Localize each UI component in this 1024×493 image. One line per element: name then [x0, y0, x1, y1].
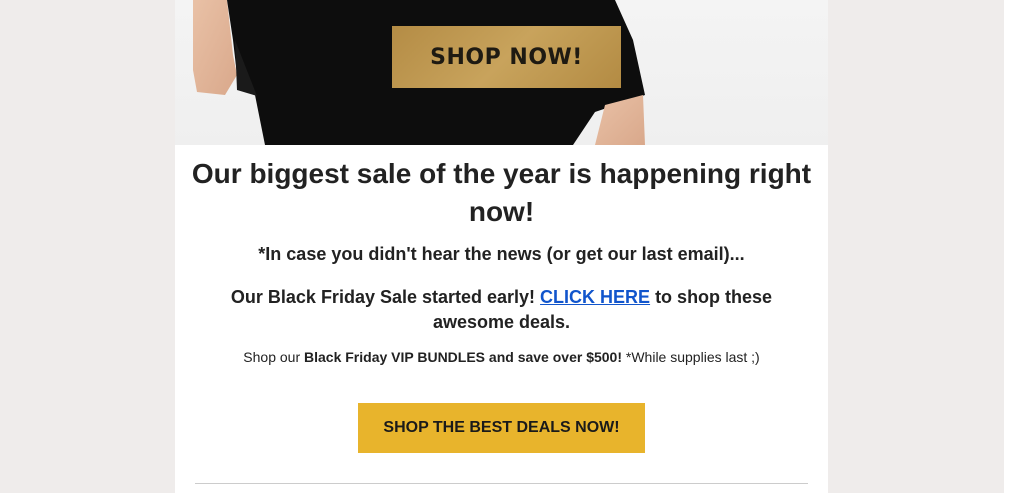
- vip-prefix: Shop our: [243, 349, 304, 365]
- shop-best-deals-button[interactable]: SHOP THE BEST DEALS NOW!: [358, 403, 645, 453]
- hero-shop-now-button[interactable]: SHOP NOW!: [392, 26, 621, 88]
- vip-suffix: *While supplies last ;): [622, 349, 760, 365]
- click-here-link[interactable]: CLICK HERE: [540, 287, 650, 307]
- headline: Our biggest sale of the year is happenin…: [191, 158, 812, 227]
- early-sale-text-before: Our Black Friday Sale started early!: [230, 287, 541, 307]
- early-sale-text: Our Black Friday Sale started early! CLI…: [195, 285, 808, 335]
- hero-banner: SHOP NOW!: [175, 0, 828, 145]
- vip-bundles-text: Shop our Black Friday VIP BUNDLES and sa…: [175, 349, 828, 365]
- news-subheading: *In case you didn't hear the news (or ge…: [258, 244, 745, 264]
- right-margin-strip: [1004, 0, 1024, 493]
- divider: [195, 483, 808, 484]
- email-body: SHOP NOW! Our biggest sale of the year i…: [175, 0, 828, 493]
- vip-bold: Black Friday VIP BUNDLES and save over $…: [304, 349, 622, 365]
